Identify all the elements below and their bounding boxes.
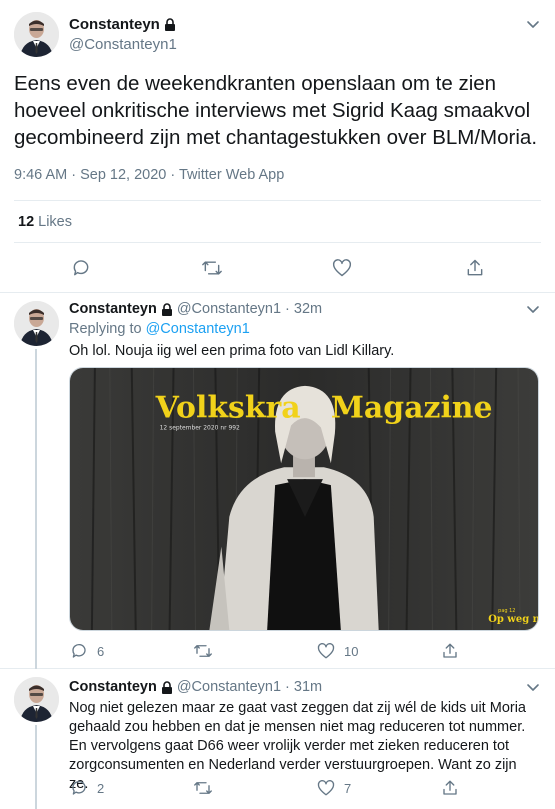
- author-name[interactable]: Constanteyn: [69, 301, 157, 317]
- masthead-date: 12 september 2020 nr 992: [160, 425, 240, 432]
- retweet-icon[interactable]: [193, 779, 213, 797]
- masthead-right: Magazine: [331, 391, 493, 426]
- author-handle[interactable]: @Constanteyn1: [177, 679, 281, 695]
- replying-prefix: Replying to: [69, 321, 142, 337]
- reply-action-bar: 2 7: [0, 777, 555, 799]
- lock-icon: [161, 680, 172, 694]
- magazine-cover-photo: Volkskra Magazine 12 september 2020 nr 9…: [70, 368, 538, 630]
- reply-count: 2: [97, 780, 105, 796]
- timestamp[interactable]: 31m: [294, 679, 322, 695]
- timestamp[interactable]: 32m: [294, 301, 322, 317]
- avatar-image: [14, 677, 59, 722]
- tweet-text: Eens even de weekendkranten openslaan om…: [14, 72, 538, 149]
- author-name-row[interactable]: Constanteyn: [69, 16, 176, 33]
- avatar[interactable]: [14, 301, 59, 346]
- lock-icon: [161, 302, 172, 316]
- lock-icon: [164, 18, 175, 31]
- like-button[interactable]: 10: [317, 642, 358, 660]
- tweet-media-image[interactable]: Volkskra Magazine 12 september 2020 nr 9…: [69, 367, 539, 631]
- tweet-text: Oh lol. Nouja iig wel een prima foto van…: [69, 343, 395, 359]
- tweet-meta[interactable]: 9:46 AM · Sep 12, 2020 · Twitter Web App: [14, 167, 284, 183]
- like-icon: [317, 780, 335, 796]
- like-count: 7: [344, 780, 352, 796]
- replying-to-link[interactable]: @Constanteyn1: [146, 321, 250, 337]
- retweet-icon[interactable]: [201, 258, 223, 278]
- reply-icon: [72, 780, 86, 795]
- thread-line: [35, 349, 37, 669]
- reply-icon: [72, 643, 86, 658]
- reply-button[interactable]: 2: [70, 779, 104, 797]
- like-button[interactable]: 7: [317, 779, 351, 797]
- avatar[interactable]: [14, 677, 59, 722]
- share-icon[interactable]: [441, 779, 459, 797]
- reply-tweet[interactable]: Constanteyn @Constanteyn1 · 31m Nog niet…: [0, 669, 555, 809]
- reply-button[interactable]: 6: [70, 642, 104, 660]
- chevron-down-icon[interactable]: [525, 679, 541, 695]
- share-icon[interactable]: [441, 642, 459, 660]
- main-tweet: Constanteyn @Constanteyn1 Eens even de w…: [0, 0, 555, 293]
- corner-text: Op weg naar: [488, 614, 538, 625]
- reply-icon[interactable]: [71, 258, 91, 278]
- author-name[interactable]: Constanteyn: [69, 679, 157, 695]
- reply-count: 6: [97, 643, 105, 659]
- avatar-image: [14, 12, 59, 57]
- chevron-down-icon[interactable]: [525, 301, 541, 317]
- separator: ·: [285, 301, 290, 317]
- share-icon[interactable]: [465, 258, 485, 278]
- divider: [14, 200, 541, 201]
- like-count: 10: [344, 643, 359, 659]
- retweet-icon[interactable]: [193, 642, 213, 660]
- divider: [14, 242, 541, 243]
- avatar-image: [14, 301, 59, 346]
- masthead-left: Volkskra: [155, 391, 301, 426]
- author-handle[interactable]: @Constanteyn1: [69, 36, 177, 53]
- likes-count: 12: [18, 214, 35, 230]
- author-name[interactable]: Constanteyn: [69, 16, 160, 33]
- chevron-down-icon[interactable]: [525, 16, 541, 32]
- avatar[interactable]: [14, 12, 59, 57]
- reply-header: Constanteyn @Constanteyn1 · 31m: [69, 679, 322, 695]
- like-icon[interactable]: [332, 258, 352, 278]
- main-action-bar: [0, 256, 555, 280]
- like-icon: [317, 643, 335, 659]
- separator: ·: [285, 679, 290, 695]
- likes-count-link[interactable]: 12 Likes: [18, 214, 72, 230]
- likes-label: Likes: [38, 214, 72, 230]
- reply-header: Constanteyn @Constanteyn1 · 32m: [69, 301, 322, 317]
- reply-action-bar: 6 10: [0, 640, 555, 662]
- replying-to: Replying to @Constanteyn1: [69, 321, 250, 337]
- author-handle[interactable]: @Constanteyn1: [177, 301, 281, 317]
